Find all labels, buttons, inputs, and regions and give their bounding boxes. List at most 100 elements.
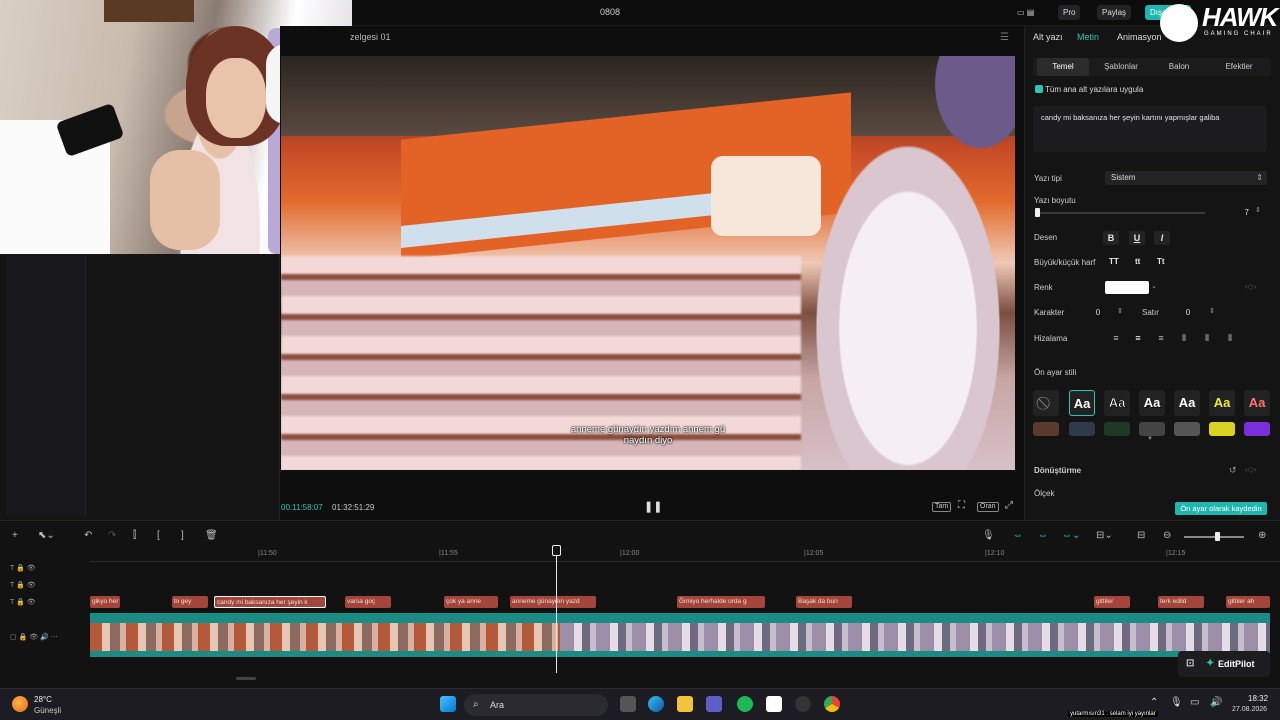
keyframe-icon-2[interactable]: ‹◇›	[1245, 465, 1256, 474]
clock-date[interactable]: 27.08.2026	[1232, 706, 1267, 713]
playhead[interactable]	[556, 547, 557, 673]
preset-style-1[interactable]: Aa	[1069, 390, 1095, 416]
preset-style-2[interactable]: Aa	[1104, 390, 1130, 416]
file-explorer-icon[interactable]	[677, 696, 693, 712]
preset-style-4[interactable]: Aa	[1174, 390, 1200, 416]
start-icon[interactable]	[440, 696, 456, 712]
subtitle-clip[interactable]: Ğimiyo herhalde orda g	[677, 596, 765, 608]
share-button[interactable]: Paylaş	[1097, 5, 1132, 20]
snap-icon[interactable]: ⇔⌄	[1062, 530, 1080, 541]
transform-label[interactable]: Dönüştürme	[1034, 466, 1081, 475]
subtab-templates[interactable]: Şablonlar	[1095, 58, 1147, 76]
size-slider-handle[interactable]	[1035, 208, 1040, 217]
track-controls-3[interactable]: T 🔒 👁	[10, 598, 36, 606]
align-left-icon[interactable]: ≡	[1109, 333, 1123, 343]
weather-sun-icon[interactable]	[12, 696, 28, 712]
preset-style-11[interactable]	[1174, 422, 1200, 436]
preset-style-12[interactable]	[1209, 422, 1235, 436]
line-spacing-value[interactable]: 0	[1171, 307, 1205, 319]
align-right-icon[interactable]: ≡	[1154, 333, 1168, 343]
trim-left-icon[interactable]: [	[157, 530, 160, 541]
size-stepper-icon[interactable]: ⇕	[1255, 206, 1261, 214]
ratio-button[interactable]: Oran	[977, 502, 999, 512]
edge-icon[interactable]	[648, 696, 664, 712]
zoom-in-icon[interactable]: ⊕	[1258, 530, 1266, 541]
clock-time[interactable]: 18:32	[1248, 694, 1268, 703]
link-icon[interactable]: ⇔	[1013, 530, 1023, 541]
apply-all-checkbox[interactable]	[1035, 85, 1043, 93]
preset-style-9[interactable]	[1104, 422, 1130, 436]
subtab-effects[interactable]: Efektler	[1211, 58, 1267, 76]
tab-animation[interactable]: Animasyon	[1117, 32, 1162, 42]
pro-button[interactable]: Pro	[1058, 5, 1081, 20]
size-value[interactable]: 7	[1219, 206, 1249, 219]
zoom-out-icon[interactable]: ⊖	[1163, 530, 1171, 541]
split-icon[interactable]: ⫿	[133, 530, 136, 541]
video-preview[interactable]: anneme günaydın yazdım annem gü naydın d…	[281, 56, 1015, 470]
align-middle-icon[interactable]: ⫴	[1200, 333, 1214, 343]
menu-icon[interactable]: ☰	[1000, 32, 1009, 43]
audio-waveform[interactable]	[90, 651, 1270, 657]
tab-subtitle[interactable]: Alt yazı	[1033, 32, 1063, 42]
spotify-icon[interactable]	[737, 696, 753, 712]
playhead-handle[interactable]	[552, 545, 561, 556]
subtitle-overlay[interactable]: anneme günaydın yazdım annem gü naydın d…	[511, 424, 785, 446]
track-controls-2[interactable]: T 🔒 👁	[10, 581, 36, 589]
preset-style-13[interactable]	[1244, 422, 1270, 436]
volume-icon[interactable]: 🔊	[1210, 697, 1222, 708]
obs-icon[interactable]	[795, 696, 811, 712]
char-spacing-value[interactable]: 0	[1081, 307, 1115, 319]
subtitle-clip[interactable]: bi gey	[172, 596, 208, 608]
preset-style-3[interactable]: Aa	[1139, 390, 1165, 416]
preset-none-icon[interactable]: ⃠	[1033, 390, 1059, 416]
bold-button[interactable]: B	[1103, 231, 1119, 245]
weather-temperature[interactable]: 28°C	[34, 695, 52, 704]
subtab-basic[interactable]: Temel	[1037, 58, 1089, 76]
chevron-down-icon[interactable]: ⌄	[1151, 282, 1157, 290]
magnet-icon[interactable]: ⇔	[1038, 530, 1048, 541]
capcut-icon[interactable]	[766, 696, 782, 712]
tray-microphone-icon[interactable]: 🎙	[1170, 697, 1183, 708]
microphone-icon[interactable]: 🎙	[982, 530, 995, 541]
expand-presets-icon[interactable]: ▼	[1147, 436, 1153, 442]
tab-text[interactable]: Metin	[1077, 32, 1099, 42]
subtitle-clip-selected[interactable]: candy mi baksanıza her şeyin k	[214, 596, 326, 608]
crop-icon[interactable]: ⛶	[958, 500, 965, 511]
video-clip-2[interactable]	[560, 623, 1270, 651]
preset-style-8[interactable]	[1069, 422, 1095, 436]
subtitle-clip[interactable]: anneme günaydın yazd	[510, 596, 596, 608]
preset-style-10[interactable]	[1139, 422, 1165, 436]
select-tool-icon[interactable]: ⬉⌄	[38, 530, 55, 541]
preset-style-7[interactable]	[1033, 422, 1059, 436]
reset-icon[interactable]: ↺	[1229, 465, 1237, 476]
pause-icon[interactable]: ❚❚	[644, 500, 662, 513]
track-controls-video[interactable]: ▢ 🔒 👁 🔊 ⋯	[10, 633, 58, 641]
subtitle-clip[interactable]: çok ya anne	[444, 596, 498, 608]
color-swatch[interactable]	[1105, 281, 1149, 294]
save-preset-button[interactable]: Ön ayar olarak kaydedin	[1175, 502, 1267, 515]
add-icon[interactable]: +	[12, 530, 18, 541]
subtitle-clip[interactable]: gittiler ah	[1226, 596, 1270, 608]
underline-button[interactable]: U	[1129, 231, 1145, 245]
teams-icon[interactable]	[706, 696, 722, 712]
fullscreen-mode-button[interactable]: Tam	[932, 502, 952, 512]
subtitle-clip[interactable]: Başak da bun	[796, 596, 852, 608]
case-upper-button[interactable]: TT	[1109, 257, 1119, 266]
zoom-slider-handle[interactable]	[1215, 532, 1220, 541]
editpilot-button[interactable]: ⊡ ✦ EditPilot	[1178, 651, 1270, 677]
subtitle-clip[interactable]: gittiler	[1094, 596, 1130, 608]
preview-axis-icon[interactable]: ⊟⌄	[1096, 530, 1113, 541]
case-lower-button[interactable]: tt	[1135, 257, 1140, 266]
line-stepper-icon[interactable]: ⇕	[1209, 307, 1215, 315]
delete-icon[interactable]: 🗑	[205, 530, 218, 541]
layout-icon[interactable]: ▭ ▤	[1012, 5, 1039, 20]
track-controls-1[interactable]: T 🔒 👁	[10, 564, 36, 572]
preset-style-6[interactable]: Aa	[1244, 390, 1270, 416]
redo-icon[interactable]: ↷	[108, 530, 116, 541]
chrome-icon[interactable]	[824, 696, 840, 712]
preset-style-5[interactable]: Aa	[1209, 390, 1235, 416]
undo-icon[interactable]: ↶	[84, 530, 92, 541]
weather-description[interactable]: Güneşli	[34, 706, 61, 715]
expand-icon[interactable]: ⤢	[1005, 500, 1013, 511]
char-stepper-icon[interactable]: ⇕	[1117, 307, 1123, 315]
